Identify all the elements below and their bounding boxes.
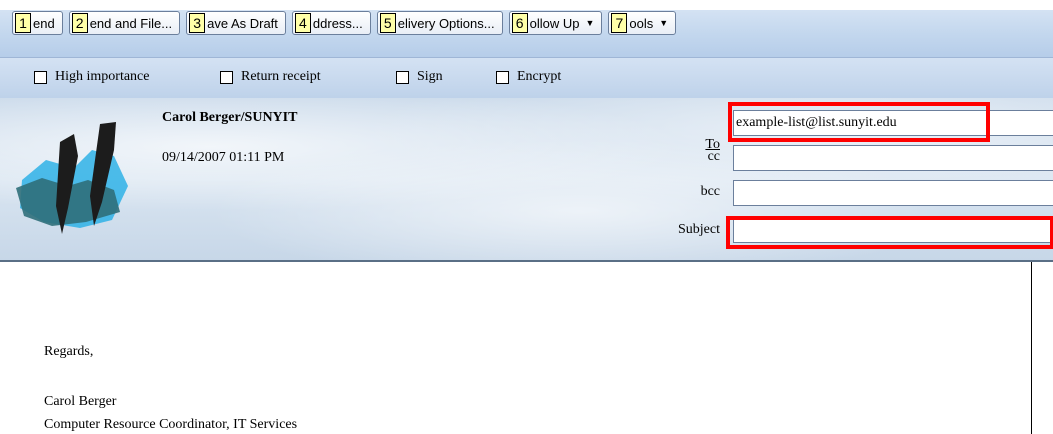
send-and-file-button[interactable]: 2 end and File...: [68, 11, 181, 35]
tools-button[interactable]: 7 ools ▼: [608, 11, 677, 35]
address-button[interactable]: 4 ddress...: [291, 11, 371, 35]
hotkey-badge: 1: [15, 13, 31, 33]
cc-label: cc: [707, 149, 720, 164]
send-button[interactable]: 1 end: [12, 11, 63, 35]
encrypt-option[interactable]: Encrypt: [496, 69, 561, 85]
body-right-border: [1031, 262, 1032, 434]
high-importance-option[interactable]: High importance: [34, 69, 149, 85]
delivery-options-button[interactable]: 5 elivery Options...: [376, 11, 503, 35]
hotkey-badge: 4: [294, 13, 311, 33]
bcc-field[interactable]: [733, 180, 1053, 206]
sent-date: 09/14/2007 01:11 PM: [162, 150, 285, 165]
sunyit-logo-icon: [16, 122, 128, 234]
return-receipt-checkbox[interactable]: [220, 70, 233, 84]
high-importance-checkbox[interactable]: [34, 70, 47, 84]
toolbar-buttons: 1 end 2 end and File... 3 ave As Draft 4…: [12, 11, 677, 35]
signature-name: Carol Berger: [44, 394, 117, 409]
memo-header: Carol Berger/SUNYIT 09/14/2007 01:11 PM …: [0, 98, 1053, 262]
high-importance-label: High importance: [55, 69, 150, 84]
closing-text: Regards,: [44, 344, 94, 359]
hotkey-badge: 5: [379, 13, 396, 33]
delivery-options-bar: High importance Return receipt Sign Encr…: [0, 57, 1053, 98]
chevron-down-icon: ▼: [659, 18, 669, 28]
bcc-label: bcc: [700, 184, 720, 199]
chevron-down-icon: ▼: [585, 18, 595, 28]
hotkey-badge: 7: [611, 13, 628, 33]
follow-up-button[interactable]: 6 ollow Up ▼: [508, 11, 603, 35]
subject-label: Subject: [678, 222, 720, 237]
hotkey-badge: 3: [189, 13, 206, 33]
sign-option[interactable]: Sign: [396, 69, 443, 85]
to-field[interactable]: [733, 110, 1053, 136]
clipped-top-text: [0, 0, 1053, 10]
send-and-file-label: end and File...: [89, 15, 173, 31]
sign-checkbox[interactable]: [396, 70, 409, 84]
delivery-options-label: elivery Options...: [397, 15, 495, 31]
return-receipt-option[interactable]: Return receipt: [220, 69, 321, 85]
sign-label: Sign: [417, 69, 443, 84]
signature-title: Computer Resource Coordinator, IT Servic…: [44, 417, 298, 432]
action-toolbar: 1 end 2 end and File... 3 ave As Draft 4…: [0, 0, 1053, 57]
hotkey-badge: 6: [511, 13, 528, 33]
sender-name: Carol Berger/SUNYIT: [162, 110, 298, 125]
encrypt-label: Encrypt: [517, 69, 562, 84]
save-as-draft-button[interactable]: 3 ave As Draft: [186, 11, 286, 35]
return-receipt-label: Return receipt: [241, 69, 321, 84]
subject-field[interactable]: [733, 217, 1053, 243]
save-as-draft-label: ave As Draft: [207, 15, 278, 31]
hotkey-badge: 2: [71, 13, 88, 33]
cc-field[interactable]: [733, 145, 1053, 171]
message-body[interactable]: Regards, Carol Berger Computer Resource …: [0, 262, 1053, 434]
encrypt-checkbox[interactable]: [496, 70, 509, 84]
